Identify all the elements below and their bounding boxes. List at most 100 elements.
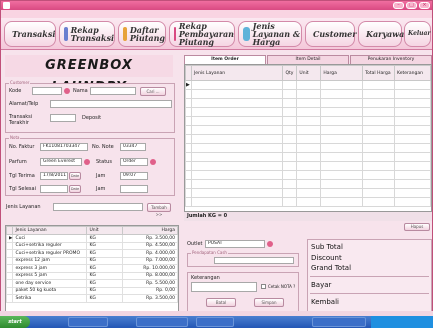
table-row[interactable]	[185, 152, 431, 162]
toolbar-label: Rekap Pembayaran Piutang	[178, 21, 234, 47]
rekap-pembayaran-button[interactable]: Rekap Pembayaran Piutang	[169, 21, 235, 47]
grand-total-label: Grand Total	[311, 264, 352, 272]
rekap-transaksi-button[interactable]: Rekap Transaksi	[59, 21, 115, 47]
table-row[interactable]: express 3 jam KG Rp. 10.000,00	[6, 264, 178, 273]
nota-group: Nota No. Faktur FK11081703347 No. Note 0…	[5, 135, 175, 196]
table-row[interactable]	[185, 170, 431, 180]
customer-button[interactable]: Customer	[305, 21, 357, 47]
table-row[interactable]: Setrika KG Rp. 3.500,00	[6, 294, 178, 303]
table-row[interactable]	[185, 98, 431, 108]
status-select[interactable]: Order	[120, 158, 148, 166]
toolbar-label: Daftar Piutang	[129, 25, 166, 43]
date-picker-button[interactable]: Date	[69, 185, 81, 193]
tab-item-order[interactable]: Item Order	[184, 55, 266, 64]
outlet-label: Outlet	[187, 241, 203, 247]
table-row[interactable]	[185, 197, 431, 207]
parfum-select[interactable]: Green Everest	[40, 158, 82, 166]
toolbar-label: Customer	[313, 29, 357, 39]
column-header[interactable]: Unit	[296, 65, 322, 81]
minimize-button[interactable]: –	[393, 2, 404, 9]
table-row[interactable]	[185, 89, 431, 99]
toolbar-label: Transaksi	[12, 29, 56, 39]
tgl-terima-input[interactable]: 17/8/2011	[40, 172, 68, 180]
rekap-icon	[64, 27, 68, 41]
table-row[interactable]: Cuci+setrika reguler KG Rp. 4.500,00	[6, 241, 178, 250]
pendapatan-input[interactable]	[214, 257, 294, 264]
jam-terima-input[interactable]: 09:07	[120, 172, 148, 180]
cetak-nota-checkbox[interactable]	[261, 284, 266, 289]
hapus-button[interactable]: Hapus	[404, 223, 430, 231]
column-header[interactable]: Jenis Layanan	[12, 226, 88, 235]
no-faktur-label: No. Faktur	[9, 144, 35, 150]
column-header[interactable]: Qty	[282, 65, 298, 81]
jenis-layanan-button[interactable]: Jenis Layanan & Harga	[238, 21, 302, 47]
maximize-button[interactable]: □	[406, 2, 417, 9]
column-header[interactable]: Keterangan	[394, 65, 431, 81]
transaksi-terakhir-value	[50, 114, 76, 122]
tgl-selesai-label: Tgl Selesai	[9, 186, 36, 192]
keluar-button[interactable]: Keluar	[404, 21, 431, 47]
parfum-dropdown-icon[interactable]	[84, 159, 90, 165]
outlet-select[interactable]: PUSAT	[205, 240, 265, 248]
alamat-label: Alamat/Telp	[9, 101, 39, 107]
alamat-input[interactable]	[50, 100, 172, 108]
kode-input[interactable]	[32, 87, 62, 95]
transaksi-button[interactable]: Transaksi	[4, 21, 56, 47]
start-button[interactable]: start	[0, 316, 30, 328]
no-faktur-input[interactable]: FK11081703347	[40, 143, 88, 151]
kode-label: Kode	[9, 88, 22, 94]
karyawan-button[interactable]: Karyawan	[358, 21, 410, 47]
transaksi-terakhir-label: Transaksi Terakhir	[9, 114, 33, 126]
table-row[interactable]	[185, 179, 431, 189]
pendapatan-group: Pendapatan Cash	[187, 250, 299, 267]
no-note-input[interactable]: 03347	[120, 143, 146, 151]
taskbar-task[interactable]	[136, 317, 188, 327]
table-row[interactable]	[185, 161, 431, 171]
column-header[interactable]: Jenis Layanan	[190, 65, 284, 81]
table-row[interactable]: paket 50 kg kuota KG Rp. 0,00	[6, 286, 178, 295]
table-row[interactable]	[185, 107, 431, 117]
column-header[interactable]: Unit	[86, 226, 124, 235]
close-button[interactable]: ×	[419, 2, 430, 9]
table-row[interactable]: one day service KG Rp. 5.500,00	[6, 279, 178, 288]
table-row[interactable]: ▶	[185, 80, 431, 90]
jenis-layanan-input[interactable]	[53, 203, 143, 211]
table-row[interactable]: express 12 jam KG Rp. 7.000,00	[6, 256, 178, 265]
jenis-layanan-label: Jenis Layanan	[6, 204, 41, 210]
taskbar-task[interactable]	[312, 317, 366, 327]
table-row[interactable]	[185, 116, 431, 126]
tgl-terima-label: Tgl Terima	[9, 173, 35, 179]
date-picker-button[interactable]: Date	[69, 172, 81, 180]
tab-penukaran-inventory[interactable]: Penukaran Inventory	[350, 55, 432, 64]
daftar-piutang-button[interactable]: Daftar Piutang	[118, 21, 166, 47]
greenbox-logo: GREENBOX LAUNDRY	[5, 55, 173, 95]
taskbar-task[interactable]	[196, 317, 234, 327]
status-dropdown-icon[interactable]	[150, 159, 156, 165]
nama-input[interactable]	[90, 87, 136, 95]
batal-button[interactable]: Batal	[206, 298, 236, 307]
column-header[interactable]: Total Harga	[362, 65, 395, 81]
table-row[interactable]	[185, 143, 431, 153]
menu-bar	[1, 10, 432, 18]
table-row[interactable]: express 5 jam KG Rp. 8.000,00	[6, 271, 178, 280]
cari-button[interactable]: Cari ...	[140, 87, 166, 96]
tab-item-detail[interactable]: Item Detail	[267, 55, 349, 64]
tgl-selesai-input[interactable]	[40, 185, 68, 193]
simpan-button[interactable]: Simpan	[254, 298, 284, 307]
jam-selesai-input[interactable]	[120, 185, 148, 193]
table-row[interactable]: Cuci+setrika reguler PROMO KG Rp. 4.000,00	[6, 249, 178, 258]
column-header[interactable]: Harga	[122, 226, 178, 235]
outlet-dropdown-icon[interactable]	[267, 241, 273, 247]
taskbar-task[interactable]	[68, 317, 108, 327]
table-row[interactable]	[185, 125, 431, 135]
tambah-button[interactable]: Tambah >>	[147, 203, 171, 217]
customer-group: Customer Kode Nama Cari ... Alamat/Telp …	[5, 80, 175, 133]
keterangan-input[interactable]	[191, 282, 257, 292]
totals-panel: Sub Total Discount Grand Total Bayar Kem…	[307, 239, 432, 313]
column-header[interactable]: Harga	[320, 65, 364, 81]
table-row[interactable]	[185, 134, 431, 144]
dropdown-icon[interactable]	[64, 88, 70, 94]
system-tray	[371, 316, 433, 328]
table-row[interactable]	[185, 188, 431, 198]
table-row[interactable]: ▶ Cuci KG Rp. 3.500,00	[6, 234, 178, 243]
